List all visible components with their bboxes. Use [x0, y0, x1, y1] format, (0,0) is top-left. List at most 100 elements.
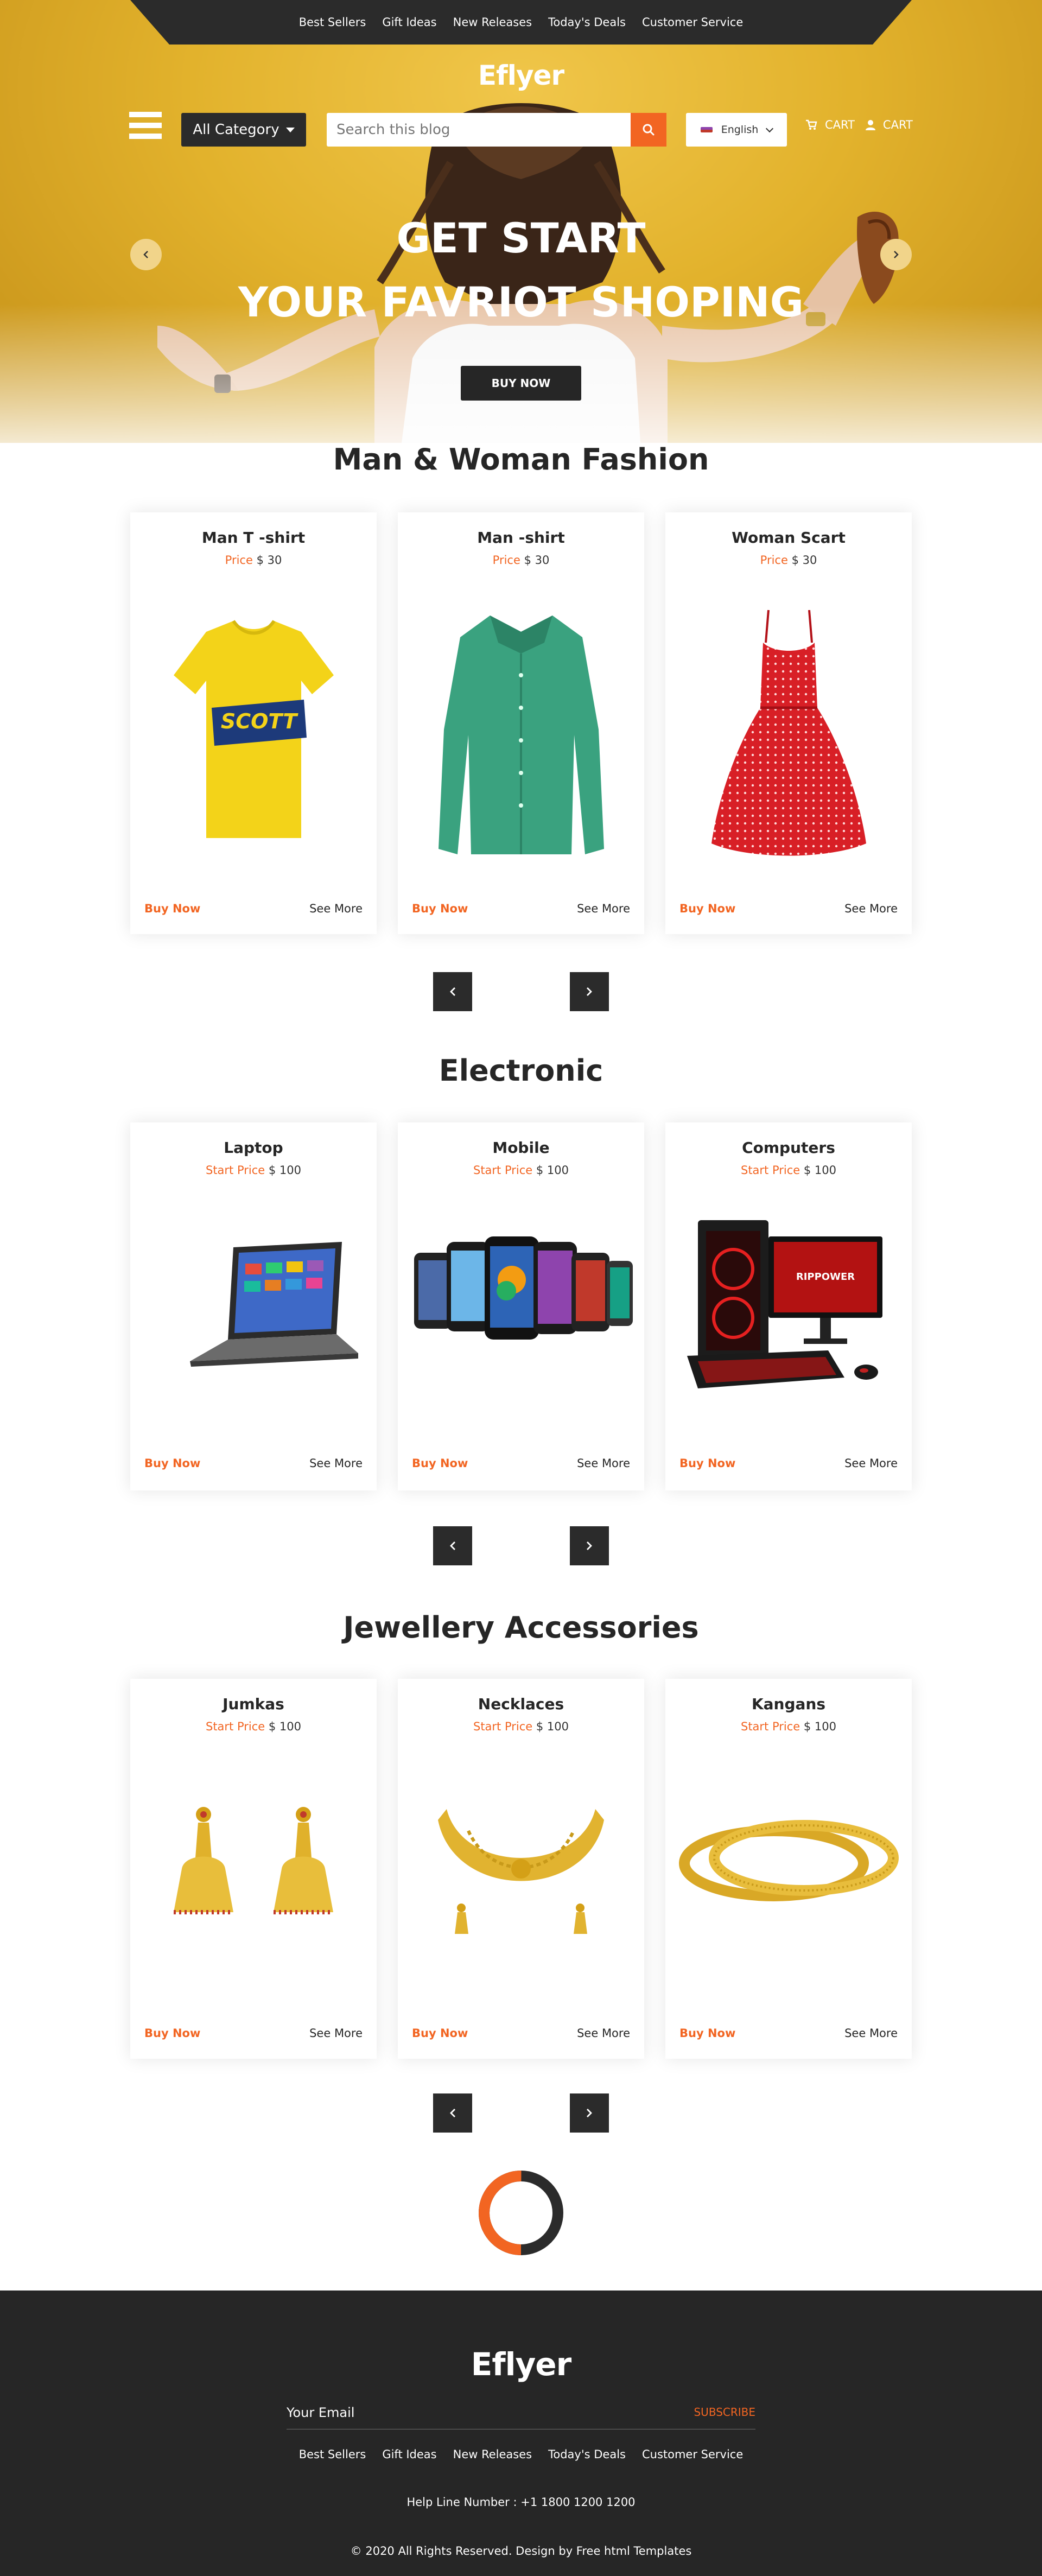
- buy-now-link[interactable]: Buy Now: [412, 1457, 468, 1470]
- price-value: $ 100: [536, 1164, 569, 1177]
- buy-now-link[interactable]: Buy Now: [412, 902, 468, 915]
- language-label: English: [721, 124, 759, 136]
- see-more-link[interactable]: See More: [577, 1457, 630, 1470]
- chevron-right-icon: [587, 987, 592, 996]
- see-more-link[interactable]: See More: [309, 2027, 363, 2040]
- buy-now-link[interactable]: Buy Now: [144, 2027, 200, 2040]
- jewellery-prev-button[interactable]: [433, 2093, 472, 2133]
- see-more-link[interactable]: See More: [309, 1457, 363, 1470]
- product-name: Mobile: [492, 1139, 550, 1157]
- price-label: Price: [760, 554, 788, 567]
- email-input[interactable]: [287, 2399, 612, 2426]
- hero-headline-line1: GET START: [396, 214, 646, 262]
- see-more-link[interactable]: See More: [309, 902, 363, 915]
- search-button[interactable]: [631, 113, 666, 147]
- search-icon: [643, 124, 655, 136]
- footer-link-gift-ideas[interactable]: Gift Ideas: [382, 2448, 436, 2461]
- fashion-next-button[interactable]: [570, 972, 609, 1011]
- price-label: Start Price: [205, 1720, 265, 1733]
- brand-logo[interactable]: Eflyer: [0, 60, 1042, 91]
- chevron-left-icon: [450, 2109, 455, 2117]
- newsletter-form: SUBSCRIBE: [287, 2399, 755, 2429]
- footer-link-new-releases[interactable]: New Releases: [453, 2448, 532, 2461]
- buy-now-link[interactable]: Buy Now: [144, 902, 200, 915]
- fashion-prev-button[interactable]: [433, 972, 472, 1011]
- chevron-left-icon: [450, 1541, 455, 1550]
- subscribe-button[interactable]: SUBSCRIBE: [694, 2406, 755, 2419]
- jewellery-next-button[interactable]: [570, 2093, 609, 2133]
- product-image-necklace: [438, 1809, 604, 1934]
- search-input[interactable]: [327, 113, 631, 147]
- footer-link-best-sellers[interactable]: Best Sellers: [299, 2448, 366, 2461]
- product-name: Kangans: [751, 1695, 826, 1713]
- site-footer: Eflyer SUBSCRIBE Best Sellers Gift Ideas…: [0, 2291, 1042, 2576]
- buy-now-link[interactable]: Buy Now: [144, 1457, 200, 1470]
- category-dropdown[interactable]: All Category: [181, 113, 306, 147]
- section-title-jewellery: Jewellery Accessories: [343, 1610, 699, 1645]
- product-price: Price $ 30: [665, 554, 912, 567]
- product-image-laptop: [190, 1242, 358, 1367]
- nav-link-new-releases[interactable]: New Releases: [453, 16, 532, 29]
- nav-link-customer-service[interactable]: Customer Service: [642, 16, 743, 29]
- nav-link-best-sellers[interactable]: Best Sellers: [299, 16, 366, 29]
- cart-icon: [806, 119, 817, 130]
- chevron-left-icon: [450, 987, 455, 996]
- hero-headline-line2: YOUR FAVRIOT SHOPING: [238, 278, 804, 326]
- product-card: Jumkas Start Price $ 100 Buy Now See Mor…: [130, 1679, 377, 2059]
- menu-toggle-icon[interactable]: [129, 112, 162, 140]
- cart-link[interactable]: CART: [825, 118, 855, 131]
- see-more-link[interactable]: See More: [577, 902, 630, 915]
- buy-now-link[interactable]: Buy Now: [679, 2027, 735, 2040]
- product-name: Jumkas: [223, 1695, 284, 1713]
- price-value: $ 100: [803, 1164, 837, 1177]
- nav-link-todays-deals[interactable]: Today's Deals: [548, 16, 626, 29]
- product-name: Woman Scart: [732, 529, 846, 547]
- price-value: $ 30: [524, 554, 550, 567]
- price-value: $ 30: [256, 554, 282, 567]
- footer-navigation: Best Sellers Gift Ideas New Releases Tod…: [0, 2448, 1042, 2461]
- product-card: Woman Scart Price $ 30 Buy Now See More: [665, 512, 912, 934]
- product-price: Start Price $ 100: [398, 1720, 644, 1733]
- price-label: Start Price: [473, 1720, 533, 1733]
- buy-now-link[interactable]: Buy Now: [679, 1457, 735, 1470]
- category-dropdown-label: All Category: [193, 122, 279, 138]
- footer-logo[interactable]: Eflyer: [0, 2346, 1042, 2383]
- product-image-bangles: [679, 1820, 899, 1901]
- product-price: Price $ 30: [398, 554, 644, 567]
- chevron-right-icon: [587, 2109, 592, 2117]
- caret-down-icon: [285, 127, 295, 132]
- product-image-earrings: [174, 1807, 333, 1914]
- loading-spinner-icon: [479, 2171, 563, 2255]
- see-more-link[interactable]: See More: [577, 2027, 630, 2040]
- helpline-text: Help Line Number : +1 1800 1200 1200: [406, 2496, 636, 2509]
- electronic-prev-button[interactable]: [433, 1526, 472, 1565]
- price-value: $ 100: [268, 1720, 302, 1733]
- chevron-right-icon: [587, 1541, 592, 1550]
- nav-link-gift-ideas[interactable]: Gift Ideas: [382, 16, 436, 29]
- price-label: Start Price: [205, 1164, 265, 1177]
- price-label: Start Price: [740, 1720, 800, 1733]
- buy-now-link[interactable]: Buy Now: [412, 2027, 468, 2040]
- buy-now-link[interactable]: Buy Now: [679, 902, 735, 915]
- price-label: Start Price: [740, 1164, 800, 1177]
- product-card: Kangans Start Price $ 100 Buy Now See Mo…: [665, 1679, 912, 2059]
- see-more-link[interactable]: See More: [844, 2027, 898, 2040]
- see-more-link[interactable]: See More: [844, 902, 898, 915]
- product-image-shirt: [439, 616, 604, 854]
- footer-link-customer-service[interactable]: Customer Service: [642, 2448, 743, 2461]
- product-price: Start Price $ 100: [665, 1164, 912, 1177]
- product-price: Price $ 30: [130, 554, 377, 567]
- price-value: $ 100: [268, 1164, 302, 1177]
- electronic-next-button[interactable]: [570, 1526, 609, 1565]
- copyright-text: © 2020 All Rights Reserved. Design by Fr…: [350, 2545, 692, 2558]
- account-link[interactable]: CART: [883, 118, 913, 131]
- price-label: Start Price: [473, 1164, 533, 1177]
- see-more-link[interactable]: See More: [844, 1457, 898, 1470]
- section-title-electronic: Electronic: [439, 1054, 603, 1088]
- footer-link-todays-deals[interactable]: Today's Deals: [548, 2448, 626, 2461]
- product-card: Laptop Start Price $ 100 Buy Now See Mor…: [130, 1122, 377, 1490]
- language-selector[interactable]: English: [686, 113, 787, 147]
- hero-banner: Best Sellers Gift Ideas New Releases Tod…: [0, 0, 1042, 443]
- top-navigation: Best Sellers Gift Ideas New Releases Tod…: [130, 0, 912, 45]
- hero-buy-now-button[interactable]: BUY NOW: [461, 366, 581, 401]
